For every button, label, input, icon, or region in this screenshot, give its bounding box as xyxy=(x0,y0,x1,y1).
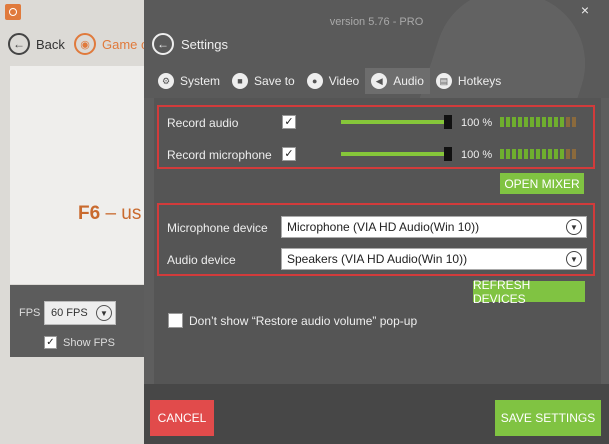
chevron-down-icon: ▼ xyxy=(566,251,582,267)
version-text: version 5.76 - PRO xyxy=(329,16,424,28)
record-audio-level-meter xyxy=(500,117,576,127)
record-audio-volume-text: 100 % xyxy=(461,117,493,129)
open-mixer-button[interactable]: OPEN MIXER xyxy=(500,173,584,194)
tab-video-label: Video xyxy=(328,74,360,88)
record-microphone-label: Record microphone xyxy=(167,148,272,162)
audio-device-select[interactable]: Speakers (VIA HD Audio(Win 10)) ▼ xyxy=(281,248,587,270)
settings-tabs: ⚙ System ■ Save to ● Video ◀ Audio ▤ Hot… xyxy=(152,68,507,94)
game-tab[interactable]: ◉ Game c xyxy=(74,33,148,55)
microphone-device-value: Microphone (VIA HD Audio(Win 10)) xyxy=(287,220,480,234)
microphone-device-select[interactable]: Microphone (VIA HD Audio(Win 10)) ▼ xyxy=(281,216,587,238)
tab-system-label: System xyxy=(180,74,221,88)
refresh-devices-button[interactable]: REFRESH DEVICES xyxy=(473,278,585,306)
chevron-down-icon: ▼ xyxy=(96,305,112,321)
slider-handle[interactable] xyxy=(444,115,452,129)
record-microphone-level-meter xyxy=(500,149,576,159)
game-label: Game c xyxy=(102,36,148,52)
tab-hotkeys[interactable]: ▤ Hotkeys xyxy=(430,68,507,94)
settings-title: Settings xyxy=(181,36,228,52)
back-button[interactable]: ← Back xyxy=(8,33,65,55)
settings-panel: version 5.76 - PRO × ← Settings ⚙ System… xyxy=(144,0,609,444)
restore-popup-label: Don’t show “Restore audio volume” pop-up xyxy=(189,314,418,328)
tab-audio[interactable]: ◀ Audio xyxy=(365,68,430,94)
preview-area xyxy=(10,66,150,284)
chevron-down-icon: ▼ xyxy=(566,219,582,235)
settings-back-button[interactable]: ← Settings xyxy=(152,33,228,55)
fps-select[interactable]: 60 FPS ▼ xyxy=(44,301,116,325)
record-audio-volume-slider[interactable] xyxy=(341,115,452,129)
record-icon: ● xyxy=(306,73,323,89)
close-icon[interactable]: × xyxy=(581,2,589,18)
tab-hotkeys-label: Hotkeys xyxy=(457,74,502,88)
record-microphone-checkbox[interactable]: ✓ xyxy=(282,147,296,161)
record-microphone-volume-slider[interactable] xyxy=(341,147,452,161)
restore-popup-checkbox[interactable] xyxy=(168,313,183,328)
audio-device-label: Audio device xyxy=(167,253,236,267)
microphone-device-label: Microphone device xyxy=(167,221,268,235)
audio-device-value: Speakers (VIA HD Audio(Win 10)) xyxy=(287,252,468,266)
settings-footer: CANCEL SAVE SETTINGS xyxy=(144,384,609,444)
cancel-button[interactable]: CANCEL xyxy=(150,400,214,436)
back-arrow-icon: ← xyxy=(152,33,174,55)
slider-handle[interactable] xyxy=(444,147,452,161)
tab-save-to[interactable]: ■ Save to xyxy=(226,68,301,94)
hotkey-hint: F6 – us xyxy=(78,203,141,225)
record-audio-label: Record audio xyxy=(167,116,239,130)
record-microphone-volume-text: 100 % xyxy=(461,149,493,161)
show-fps-checkbox[interactable]: ✓ xyxy=(44,336,57,349)
fps-label: FPS xyxy=(19,307,41,319)
hotkey-rest: – us xyxy=(100,203,142,224)
tab-audio-label: Audio xyxy=(393,74,424,88)
tab-system[interactable]: ⚙ System xyxy=(152,68,226,94)
hotkeys-icon: ▤ xyxy=(435,73,452,89)
tab-video[interactable]: ● Video xyxy=(301,68,365,94)
fps-value: 60 FPS xyxy=(51,307,88,319)
show-fps-label: Show FPS xyxy=(63,336,115,349)
back-label: Back xyxy=(36,36,65,52)
gamepad-icon: ◉ xyxy=(74,33,96,55)
folder-icon: ■ xyxy=(232,73,249,89)
hotkey-key: F6 xyxy=(78,203,101,224)
show-fps-option[interactable]: ✓ Show FPS xyxy=(44,336,115,349)
gear-icon: ⚙ xyxy=(158,73,174,89)
save-settings-button[interactable]: SAVE SETTINGS xyxy=(495,400,601,436)
tab-save-to-label: Save to xyxy=(254,74,295,88)
record-audio-checkbox[interactable]: ✓ xyxy=(282,115,296,129)
app-logo-icon xyxy=(5,4,21,20)
speaker-icon: ◀ xyxy=(371,73,388,89)
back-arrow-icon: ← xyxy=(8,33,30,55)
